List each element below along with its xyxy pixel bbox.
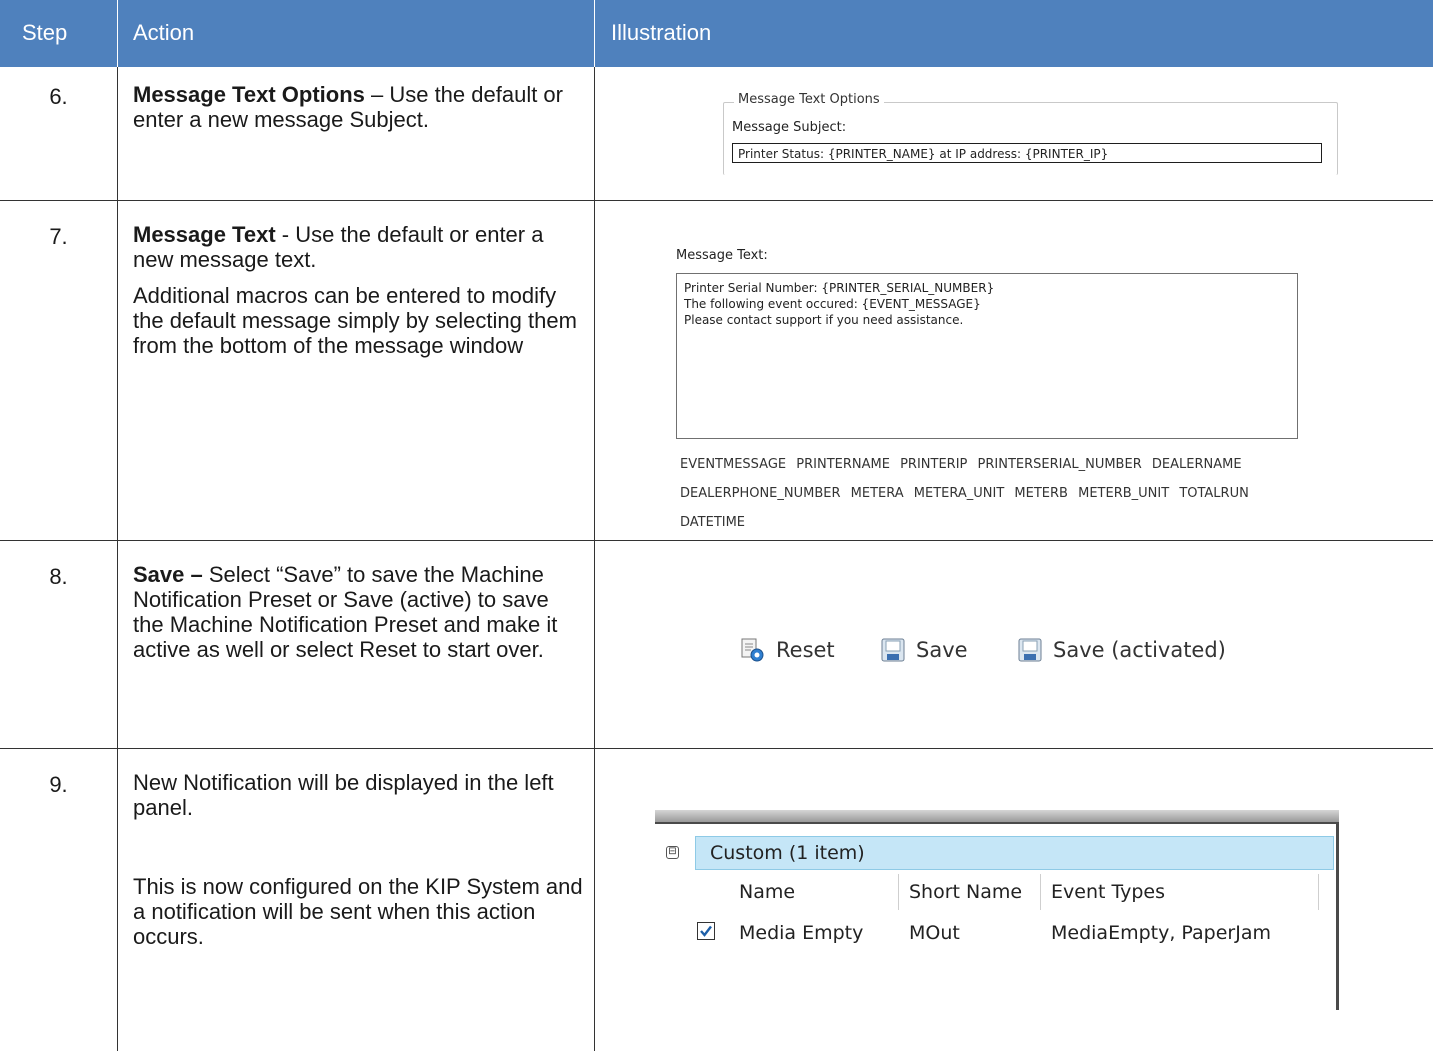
- save-icon: [880, 637, 906, 663]
- macro-link[interactable]: PRINTERSERIAL_NUMBER: [978, 457, 1142, 472]
- reset-label: Reset: [776, 638, 835, 662]
- macro-link[interactable]: DATETIME: [680, 515, 745, 530]
- action-text: This is now configured on the KIP System…: [133, 874, 583, 949]
- row-checkbox[interactable]: [697, 922, 715, 940]
- header-action: Action: [133, 20, 195, 45]
- grid-edge: [1336, 822, 1339, 1010]
- macro-link[interactable]: EVENTMESSAGE: [680, 457, 786, 472]
- row-divider: [0, 540, 1433, 541]
- macro-link[interactable]: PRINTERNAME: [796, 457, 890, 472]
- subject-label: Message Subject:: [732, 120, 847, 135]
- macro-link[interactable]: METERA: [851, 486, 904, 501]
- group-title: Message Text Options: [734, 92, 884, 107]
- save-activated-label: Save (activated): [1053, 638, 1226, 662]
- reset-icon: [740, 637, 766, 663]
- macro-link[interactable]: METERA_UNIT: [914, 486, 1005, 501]
- macro-list: EVENTMESSAGE PRINTERNAME PRINTERIP PRINT…: [680, 450, 1300, 537]
- step-number: 9.: [49, 772, 68, 797]
- save-activated-button[interactable]: Save (activated): [1017, 634, 1226, 666]
- action-cell: New Notification will be displayed in th…: [133, 770, 583, 960]
- macro-link[interactable]: METERB_UNIT: [1078, 486, 1169, 501]
- action-title: Message Text: [133, 222, 276, 247]
- action-text: New Notification will be displayed in th…: [133, 770, 554, 820]
- header-illustration: Illustration: [611, 20, 712, 45]
- column-divider: [594, 67, 595, 1051]
- column-header-event-types[interactable]: Event Types: [1041, 874, 1319, 910]
- row-divider: [0, 200, 1433, 201]
- message-text-label: Message Text:: [676, 248, 768, 263]
- grid-top-bar: [655, 810, 1339, 824]
- message-subject-input[interactable]: Printer Status: {PRINTER_NAME} at IP add…: [732, 143, 1322, 163]
- message-line: Please contact support if you need assis…: [684, 313, 964, 327]
- action-cell: Save – Select “Save” to save the Machine…: [133, 562, 583, 673]
- collapse-icon[interactable]: ⊟: [666, 846, 679, 859]
- save-label: Save: [916, 638, 968, 662]
- message-text-options-group: [723, 102, 1338, 175]
- save-button[interactable]: Save: [880, 634, 968, 666]
- check-icon: [700, 925, 712, 937]
- step-number: 6.: [49, 84, 68, 109]
- column-header-name[interactable]: Name: [729, 874, 899, 910]
- message-line: Printer Serial Number: {PRINTER_SERIAL_N…: [684, 281, 995, 295]
- reset-button[interactable]: Reset: [740, 634, 835, 666]
- table-header: Step Action Illustration: [0, 0, 1433, 67]
- action-text: Additional macros can be entered to modi…: [133, 283, 577, 358]
- macro-link[interactable]: DEALERNAME: [1152, 457, 1242, 472]
- cell-event-types[interactable]: MediaEmpty, PaperJam: [1041, 914, 1319, 952]
- macro-link[interactable]: TOTALRUN: [1179, 486, 1249, 501]
- group-header[interactable]: Custom (1 item): [695, 836, 1334, 870]
- cell-name[interactable]: Media Empty: [729, 914, 899, 952]
- header-divider: [594, 0, 595, 67]
- message-line: The following event occured: {EVENT_MESS…: [684, 297, 981, 311]
- action-title: Message Text Options: [133, 82, 365, 107]
- macro-link[interactable]: DEALERPHONE_NUMBER: [680, 486, 841, 501]
- row-divider: [0, 748, 1433, 749]
- macro-link[interactable]: METERB: [1014, 486, 1068, 501]
- notification-grid: ⊟ Custom (1 item) Name Short Name Event …: [655, 810, 1339, 1010]
- action-cell: Message Text - Use the default or enter …: [133, 222, 583, 369]
- action-title: Save –: [133, 562, 203, 587]
- step-number: 8.: [49, 564, 68, 589]
- column-divider: [117, 67, 118, 1051]
- column-header-short-name[interactable]: Short Name: [899, 874, 1041, 910]
- header-step: Step: [22, 20, 68, 45]
- cell-short-name[interactable]: MOut: [899, 914, 1041, 952]
- header-divider: [117, 0, 118, 67]
- step-number: 7.: [49, 224, 68, 249]
- save-activated-icon: [1017, 637, 1043, 663]
- message-text-area[interactable]: Printer Serial Number: {PRINTER_SERIAL_N…: [676, 273, 1298, 439]
- macro-link[interactable]: PRINTERIP: [900, 457, 967, 472]
- action-cell: Message Text Options – Use the default o…: [133, 82, 583, 143]
